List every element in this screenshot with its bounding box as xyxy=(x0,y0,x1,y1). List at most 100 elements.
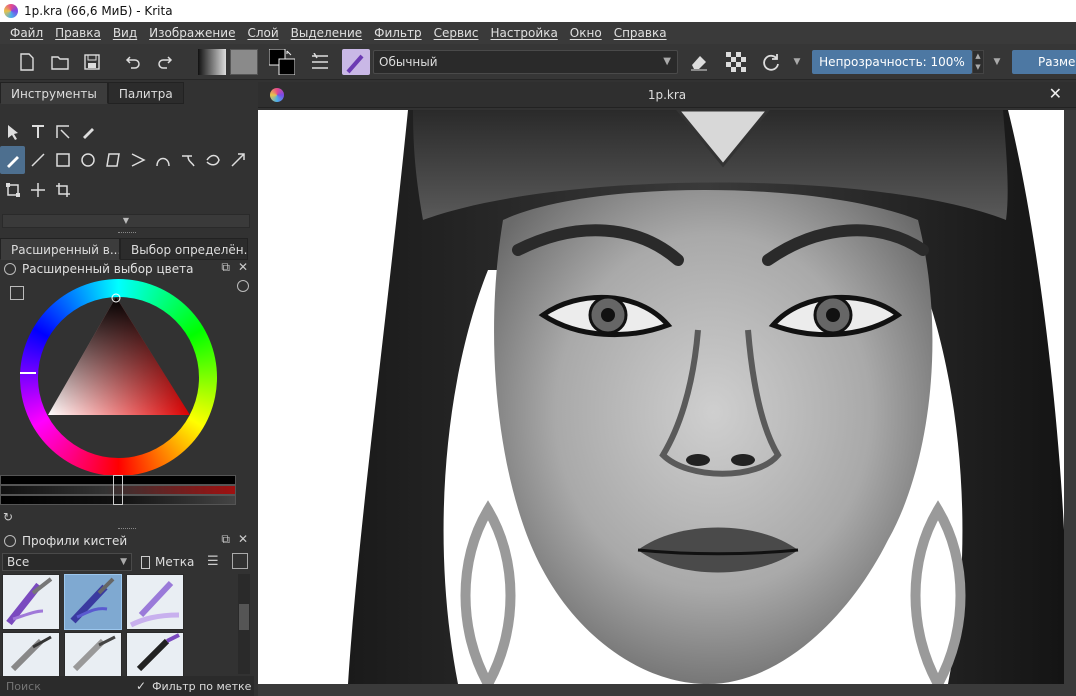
new-document-icon[interactable] xyxy=(16,49,38,75)
hue-cursor xyxy=(20,372,36,374)
chevron-down-icon: ▼ xyxy=(120,557,127,567)
freehand-path-tool-icon[interactable] xyxy=(175,146,200,174)
select-shapes-tool-icon[interactable] xyxy=(0,118,25,146)
chevron-down-icon: ▼ xyxy=(663,56,671,67)
rectangle-tool-icon[interactable] xyxy=(50,146,75,174)
docker-splitter[interactable] xyxy=(118,232,136,235)
blend-mode-select[interactable]: Обычный ▼ xyxy=(373,50,678,74)
menu-view[interactable]: Вид xyxy=(107,26,143,40)
tab-tools[interactable]: Инструменты xyxy=(0,82,108,104)
canvas-horizontal-scrollbar[interactable] xyxy=(258,684,1076,696)
menu-filter[interactable]: Фильтр xyxy=(368,26,427,40)
portrait-artwork xyxy=(258,110,1064,684)
redo-icon[interactable] xyxy=(154,49,176,75)
toolbox-tabs: Инструменты Палитра xyxy=(0,82,184,104)
size-slider[interactable]: Размер xyxy=(1012,50,1076,74)
eraser-icon[interactable] xyxy=(688,49,710,75)
menu-edit[interactable]: Правка xyxy=(49,26,107,40)
menu-select[interactable]: Выделение xyxy=(285,26,368,40)
polyline-tool-icon[interactable] xyxy=(125,146,150,174)
dynamic-brush-tool-icon[interactable] xyxy=(200,146,225,174)
color-wheel[interactable] xyxy=(20,279,217,476)
move-tool-icon[interactable] xyxy=(25,176,50,204)
ellipse-tool-icon[interactable] xyxy=(75,146,100,174)
import-export-icon[interactable] xyxy=(232,553,248,569)
lock-icon[interactable] xyxy=(4,263,16,275)
document-tab[interactable]: 1p.kra ✕ xyxy=(258,82,1076,108)
pattern-preset-icon[interactable] xyxy=(230,49,258,75)
main-toolbar: Обычный ▼ ▼ Непрозрачность: 100% ▲ ▼ ▼ Ра… xyxy=(0,44,1076,80)
brush-settings-icon[interactable] xyxy=(308,49,332,75)
filter-by-tag-label[interactable]: Фильтр по метке xyxy=(152,680,251,693)
text-tool-icon[interactable] xyxy=(25,118,50,146)
color-docker-title: Расширенный выбор цвета xyxy=(22,262,194,276)
brush-preset-item[interactable] xyxy=(2,574,60,630)
docker-splitter-2[interactable] xyxy=(118,528,136,531)
mirror-options-chevron-icon[interactable]: ▼ xyxy=(790,49,804,75)
close-icon[interactable]: ✕ xyxy=(1049,84,1062,103)
saturation-value-triangle[interactable] xyxy=(20,279,217,476)
checkbox-icon[interactable]: ✓ xyxy=(136,679,146,693)
reset-icon[interactable] xyxy=(237,280,249,292)
brush-preset-icon[interactable] xyxy=(342,49,370,75)
list-view-icon[interactable]: ☰ xyxy=(207,554,219,569)
float-docker-icon[interactable]: ⧉ xyxy=(221,260,230,275)
float-docker-icon[interactable]: ⧉ xyxy=(221,532,230,547)
polygon-tool-icon[interactable] xyxy=(100,146,125,174)
menu-bar: Файл Правка Вид Изображение Слой Выделен… xyxy=(0,22,1076,44)
preset-search-row: ✓ Фильтр по метке xyxy=(0,676,254,696)
multibrush-tool-icon[interactable] xyxy=(225,146,250,174)
close-icon[interactable]: ✕ xyxy=(238,532,248,547)
color-docker-header: Расширенный выбор цвета ⧉ ✕ xyxy=(0,260,254,278)
menu-settings[interactable]: Настройка xyxy=(484,26,563,40)
reload-preset-icon[interactable] xyxy=(758,49,784,75)
calligraphy-tool-icon[interactable] xyxy=(75,118,100,146)
tag-button[interactable]: Метка xyxy=(138,553,202,571)
menu-help[interactable]: Справка xyxy=(608,26,673,40)
freehand-brush-tool-icon[interactable] xyxy=(0,146,25,174)
fg-bg-color-icon[interactable] xyxy=(268,49,296,75)
save-icon[interactable] xyxy=(80,49,104,75)
tool-row-3 xyxy=(0,176,75,204)
menu-window[interactable]: Окно xyxy=(564,26,608,40)
open-folder-icon[interactable] xyxy=(48,49,72,75)
tab-palette[interactable]: Палитра xyxy=(107,82,184,104)
edit-shapes-tool-icon[interactable] xyxy=(50,118,75,146)
alpha-lock-icon[interactable] xyxy=(724,49,748,75)
menu-file[interactable]: Файл xyxy=(4,26,49,40)
preset-filter-select[interactable]: Все ▼ xyxy=(2,553,132,571)
line-tool-icon[interactable] xyxy=(25,146,50,174)
refresh-icon[interactable]: ↻ xyxy=(3,510,13,524)
close-icon[interactable]: ✕ xyxy=(238,260,248,275)
canvas-vertical-scrollbar[interactable] xyxy=(1064,110,1076,684)
menu-layer[interactable]: Слой xyxy=(241,26,284,40)
tab-specific-color-selector[interactable]: Выбор определён... xyxy=(120,238,248,260)
tool-row-2 xyxy=(0,146,250,174)
preset-search-input[interactable] xyxy=(0,677,128,695)
preset-scrollbar[interactable] xyxy=(238,574,250,674)
bezier-curve-tool-icon[interactable] xyxy=(150,146,175,174)
brush-preset-item-selected[interactable] xyxy=(64,574,122,630)
brush-docker-header: Профили кистей ⧉ ✕ xyxy=(0,532,254,550)
transform-tool-icon[interactable] xyxy=(0,176,25,204)
crop-tool-icon[interactable] xyxy=(50,176,75,204)
brush-docker-title: Профили кистей xyxy=(22,534,128,548)
preset-filter-value: Все xyxy=(7,555,30,569)
toolbox-expand-button[interactable]: ▼ xyxy=(2,214,250,228)
menu-tools[interactable]: Сервис xyxy=(428,26,485,40)
opacity-spinner[interactable]: ▲ ▼ xyxy=(972,50,984,74)
color-history-bars[interactable] xyxy=(0,475,236,507)
gradient-preset-icon[interactable] xyxy=(198,49,226,75)
window-titlebar: 1p.kra (66,6 МиБ) - Krita xyxy=(0,0,1076,22)
tab-advanced-color-selector[interactable]: Расширенный в... xyxy=(0,238,120,260)
menu-image[interactable]: Изображение xyxy=(143,26,241,40)
canvas[interactable] xyxy=(258,110,1064,684)
lock-icon[interactable] xyxy=(4,535,16,547)
opacity-slider[interactable]: Непрозрачность: 100% xyxy=(812,50,972,74)
brush-preset-item[interactable] xyxy=(126,574,184,630)
opacity-chevron-icon[interactable]: ▼ xyxy=(990,49,1004,75)
krita-logo-icon xyxy=(4,4,18,18)
undo-icon[interactable] xyxy=(122,49,144,75)
document-title: 1p.kra xyxy=(647,88,687,102)
tool-row-1 xyxy=(0,118,100,146)
